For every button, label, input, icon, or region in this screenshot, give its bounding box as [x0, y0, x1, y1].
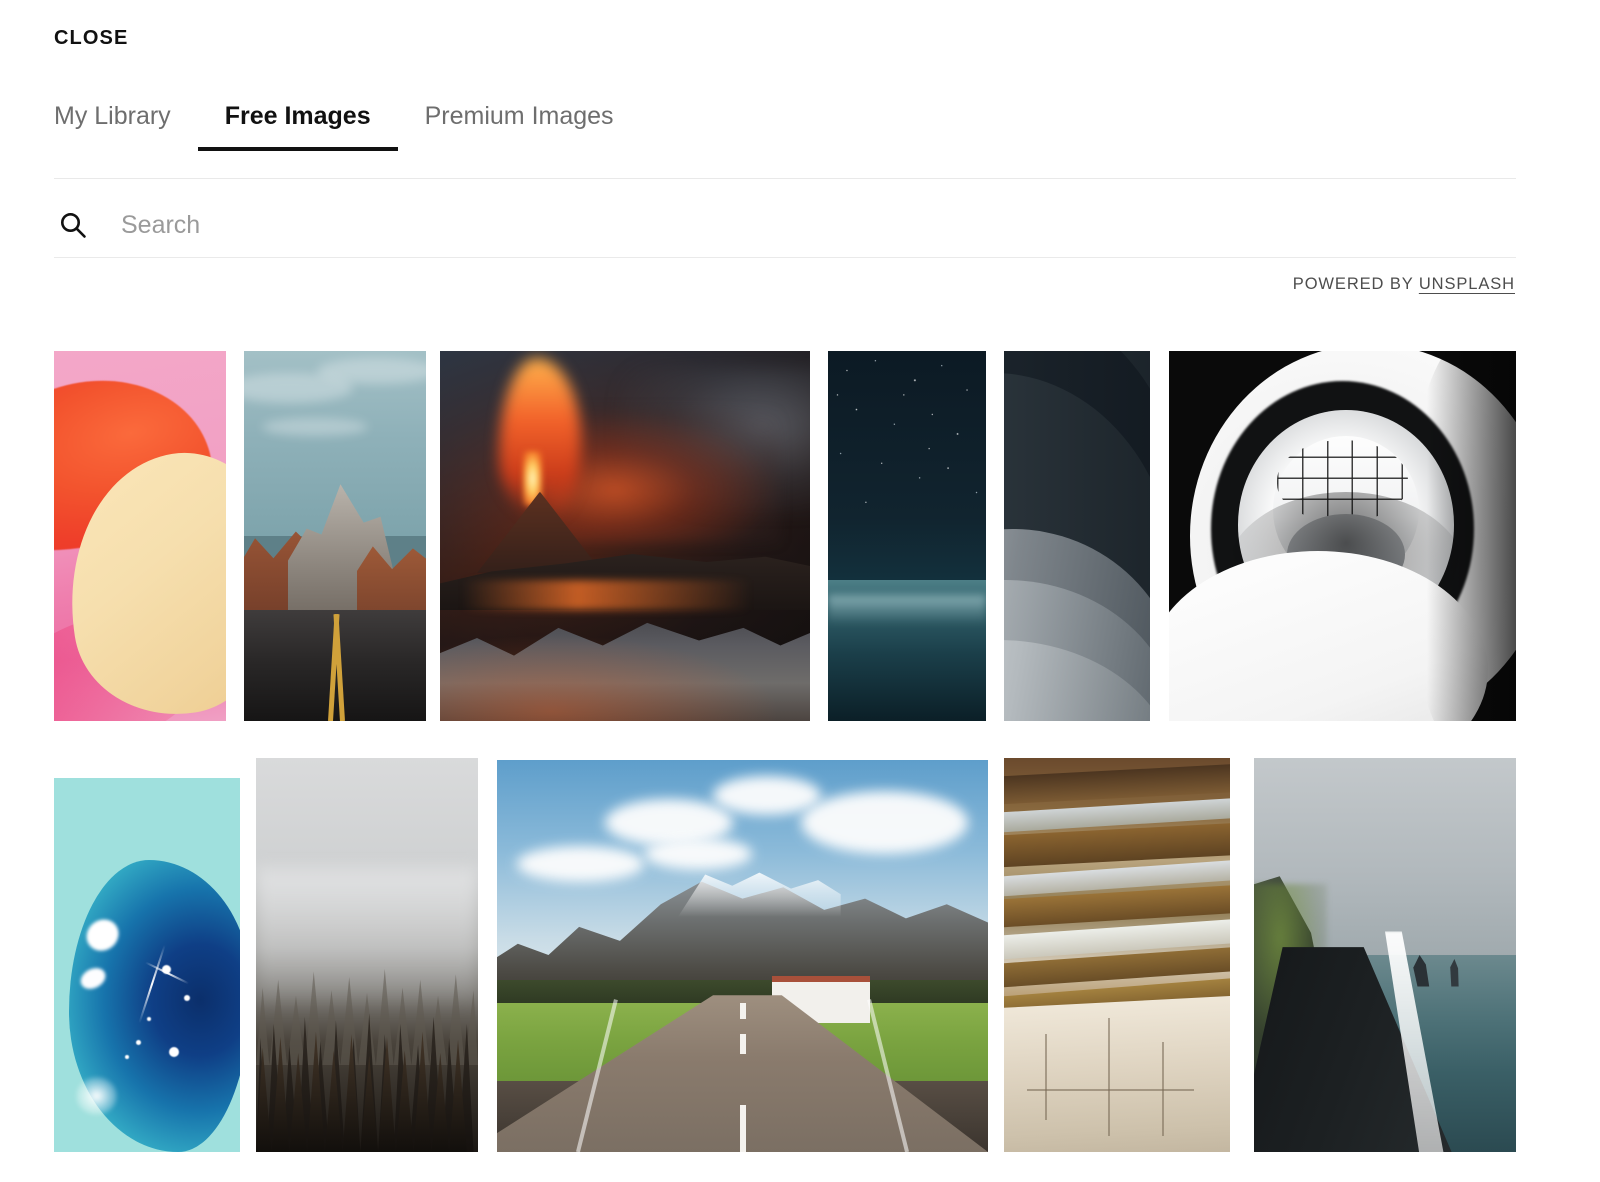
image-tile[interactable]	[440, 351, 810, 721]
thumbnail-curved-architecture	[1004, 351, 1150, 721]
image-tile[interactable]	[256, 758, 478, 1152]
thumbnail-blue-gummy	[54, 778, 240, 1152]
image-picker-modal: CLOSE My Library Free Images Premium Ima…	[0, 0, 1600, 1182]
thumbnail-alpine-road	[497, 760, 988, 1152]
thumbnail-black-sand-beach	[1254, 758, 1516, 1152]
image-tile[interactable]	[497, 760, 988, 1152]
thumbnail-abstract-pink	[54, 351, 226, 721]
thumbnail-volcano-painting	[440, 351, 810, 721]
thumbnail-spiral-staircase	[1169, 351, 1516, 721]
image-tile[interactable]	[54, 351, 226, 721]
thumbnail-desert-road	[244, 351, 426, 721]
image-tile[interactable]	[1254, 758, 1516, 1152]
thumbnail-rock-strata	[1004, 758, 1230, 1152]
image-tile[interactable]	[244, 351, 426, 721]
image-tile[interactable]	[1004, 758, 1230, 1152]
image-tile[interactable]	[1169, 351, 1516, 721]
thumbnail-starry-lake	[828, 351, 986, 721]
image-tile[interactable]	[1004, 351, 1150, 721]
thumbnail-foggy-forest	[256, 758, 478, 1152]
image-grid	[0, 0, 1600, 1182]
image-tile[interactable]	[54, 778, 240, 1152]
image-tile[interactable]	[828, 351, 986, 721]
